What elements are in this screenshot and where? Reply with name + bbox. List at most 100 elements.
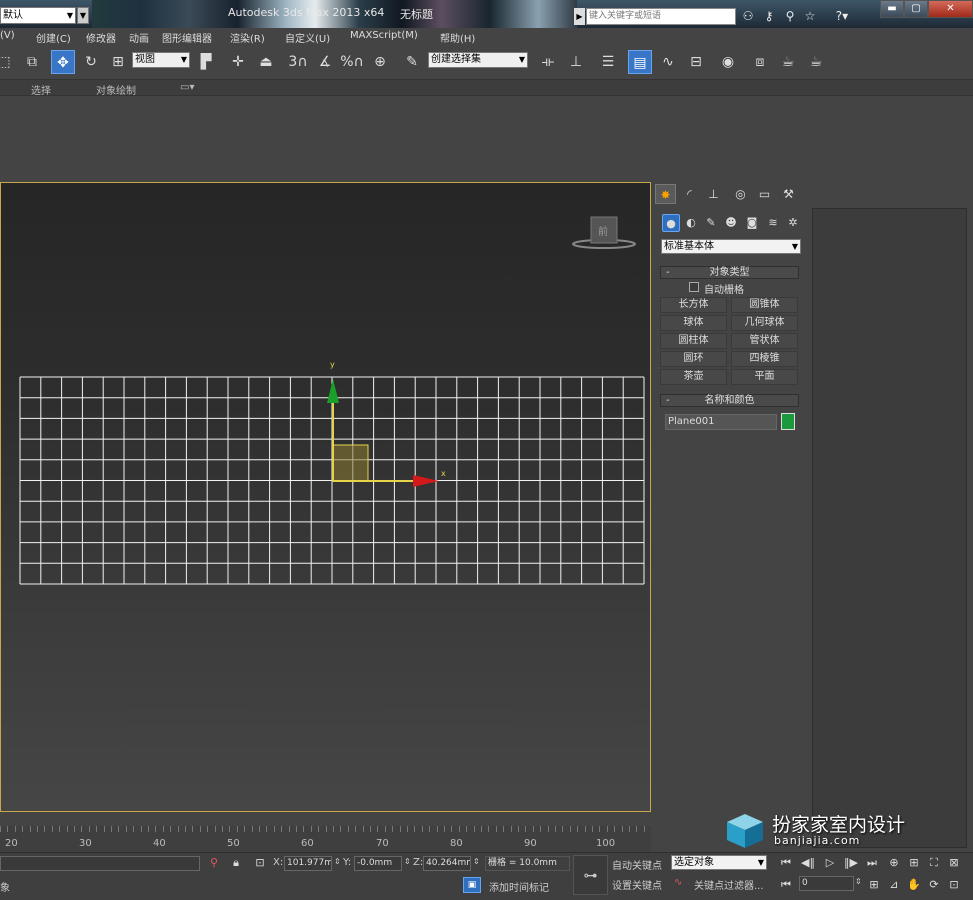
- object-color-swatch[interactable]: [781, 413, 795, 430]
- layer-manager-icon[interactable]: ☰: [596, 50, 620, 74]
- display-tab-icon[interactable]: ▭: [754, 184, 775, 204]
- geosphere-button[interactable]: 几何球体: [731, 315, 798, 331]
- spinner-icon[interactable]: ⇕: [404, 857, 411, 866]
- menu-item-view[interactable]: (V): [0, 30, 15, 41]
- previous-frame-icon[interactable]: ◀‖: [798, 855, 818, 871]
- cylinder-button[interactable]: 圆柱体: [660, 333, 727, 349]
- maximize-viewport-icon[interactable]: ⊡: [944, 877, 964, 893]
- utilities-tab-icon[interactable]: ⚒: [778, 184, 799, 204]
- pan-view-icon[interactable]: ✋: [904, 877, 924, 893]
- spinner-snap-icon[interactable]: ⊕: [368, 50, 392, 74]
- rollout-name-color[interactable]: - 名称和颜色: [660, 394, 799, 407]
- render-setup-icon[interactable]: ⧈: [748, 50, 772, 74]
- communication-center-icon[interactable]: ⚲: [782, 8, 798, 24]
- tube-button[interactable]: 管状体: [731, 333, 798, 349]
- object-name-field[interactable]: Plane001: [665, 414, 777, 430]
- select-scale-icon[interactable]: ⊞: [106, 50, 130, 74]
- binoculars-icon[interactable]: ⚇: [740, 8, 756, 24]
- torus-button[interactable]: 圆环: [660, 351, 727, 367]
- z-coord-field[interactable]: 40.264mm: [423, 856, 471, 871]
- track-bar[interactable]: 20 30 40 50 60 70 80 90 100: [0, 826, 651, 852]
- go-to-end-icon[interactable]: ⏭: [862, 855, 882, 871]
- key-filters-icon[interactable]: ∿: [674, 877, 682, 888]
- menu-item-create[interactable]: 创建(C): [36, 30, 71, 45]
- spinner-icon[interactable]: ⇕: [473, 857, 480, 866]
- teapot-button[interactable]: 茶壶: [660, 369, 727, 385]
- maximize-button[interactable]: ▢: [904, 0, 928, 18]
- modify-tab-icon[interactable]: ◜: [679, 184, 700, 204]
- hierarchy-tab-icon[interactable]: ⊥: [703, 184, 724, 204]
- gizmo-x-arrow[interactable]: [413, 475, 439, 487]
- zoom-all-icon[interactable]: ⊞: [904, 855, 924, 871]
- sphere-button[interactable]: 球体: [660, 315, 727, 331]
- plane-button[interactable]: 平面: [731, 369, 798, 385]
- select-rotate-icon[interactable]: ↻: [79, 50, 103, 74]
- search-input[interactable]: 键入关键字或短语: [586, 8, 736, 25]
- go-to-start-icon[interactable]: ⏮: [776, 855, 796, 871]
- x-coord-field[interactable]: 101.977mm: [284, 856, 332, 871]
- spinner-icon[interactable]: ⇕: [855, 877, 862, 886]
- next-frame-icon[interactable]: ‖▶: [841, 855, 861, 871]
- geometry-icon[interactable]: ●: [662, 214, 680, 232]
- cone-button[interactable]: 圆锥体: [731, 297, 798, 313]
- align-icon[interactable]: ⊥: [564, 50, 588, 74]
- gizmo-y-arrow[interactable]: [327, 379, 339, 403]
- menu-item-graph-editors[interactable]: 图形编辑器: [162, 30, 212, 45]
- helpers-icon[interactable]: ◙: [743, 214, 761, 232]
- set-key-button[interactable]: 设置关键点: [612, 877, 662, 892]
- close-button[interactable]: ✕: [928, 0, 973, 18]
- key-target-dropdown[interactable]: 选定对象 ▼: [671, 855, 767, 870]
- zoom-extents-all-icon[interactable]: ⊠: [944, 855, 964, 871]
- field-of-view-icon[interactable]: ⊿: [884, 877, 904, 893]
- named-selection-dropdown[interactable]: 创建选择集 ▼: [428, 52, 528, 68]
- lights-icon[interactable]: ✎: [702, 214, 720, 232]
- snaps-toggle-icon[interactable]: 3∩: [286, 50, 310, 74]
- schematic-view-icon[interactable]: ⊟: [684, 50, 708, 74]
- gizmo-xy-plane[interactable]: [332, 444, 369, 482]
- pivot-center-icon[interactable]: ▛: [194, 50, 218, 74]
- perspective-viewport[interactable]: 前 y x: [0, 182, 651, 812]
- absolute-mode-icon[interactable]: ⊡: [250, 855, 270, 871]
- rollout-object-type[interactable]: - 对象类型: [660, 266, 799, 279]
- rendered-frame-window-icon[interactable]: ☕: [776, 50, 800, 74]
- select-manipulate-icon[interactable]: ✛: [226, 50, 250, 74]
- reference-coord-dropdown[interactable]: 视图 ▼: [132, 52, 190, 68]
- selection-lock-icon[interactable]: 🔒︎: [226, 855, 246, 871]
- help-icon[interactable]: ?▾: [830, 8, 854, 24]
- motion-tab-icon[interactable]: ◎: [730, 184, 751, 204]
- minimize-button[interactable]: ▬: [880, 0, 904, 18]
- angle-snap-icon[interactable]: ∡: [313, 50, 337, 74]
- viewcube[interactable]: 前: [572, 216, 636, 249]
- key-mode-toggle-icon[interactable]: ⏮: [776, 877, 796, 893]
- keyboard-shortcut-override-icon[interactable]: ⏏: [254, 50, 278, 74]
- edit-named-selection-icon[interactable]: ✎: [400, 50, 424, 74]
- subscription-key-icon[interactable]: ⚷: [761, 8, 777, 24]
- menu-item-maxscript[interactable]: MAXScript(M): [350, 30, 418, 41]
- menu-item-animation[interactable]: 动画: [129, 30, 149, 45]
- window-crossing-icon[interactable]: ⧉: [20, 50, 44, 74]
- curve-editor-icon[interactable]: ∿: [656, 50, 680, 74]
- menu-item-help[interactable]: 帮助(H): [440, 30, 475, 45]
- menu-item-rendering[interactable]: 渲染(R): [230, 30, 265, 45]
- geometry-category-dropdown[interactable]: 标准基本体 ▼: [661, 239, 801, 254]
- box-button[interactable]: 长方体: [660, 297, 727, 313]
- workspace-dropdown[interactable]: 默认 ▼: [0, 7, 76, 24]
- favorites-star-icon[interactable]: ☆: [802, 8, 818, 24]
- time-tag-icon[interactable]: ▣: [463, 877, 481, 893]
- cameras-icon[interactable]: ☻: [722, 214, 740, 232]
- isolate-selection-icon[interactable]: ⚲: [204, 855, 224, 871]
- key-filters-button[interactable]: 关键点过滤器...: [694, 877, 764, 892]
- pyramid-button[interactable]: 四棱锥: [731, 351, 798, 367]
- play-icon[interactable]: ▷: [820, 855, 840, 871]
- selection-region-icon[interactable]: ⬚: [0, 50, 16, 74]
- add-time-tag-button[interactable]: 添加时间标记: [489, 879, 549, 894]
- percent-snap-icon[interactable]: %∩: [340, 50, 364, 74]
- zoom-extents-icon[interactable]: ⛶: [924, 855, 944, 871]
- mirror-icon[interactable]: ⟛: [536, 50, 560, 74]
- auto-key-button[interactable]: 自动关键点: [612, 857, 662, 872]
- ribbon-options-icon[interactable]: ▭▾: [180, 82, 194, 93]
- search-expand-button[interactable]: ▶: [574, 8, 585, 25]
- select-move-icon[interactable]: ✥: [51, 50, 75, 74]
- time-configuration-icon[interactable]: ⊞: [864, 877, 884, 893]
- quick-access-customize-button[interactable]: ▼: [77, 7, 89, 24]
